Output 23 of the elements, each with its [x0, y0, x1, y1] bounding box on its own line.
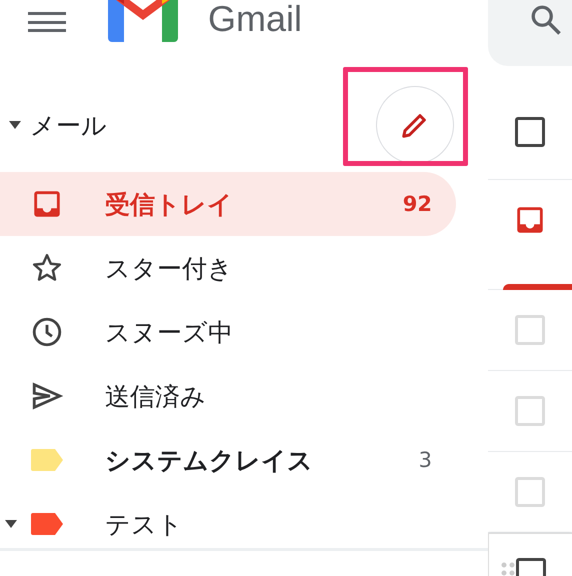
section-label: メール	[30, 110, 107, 142]
nav-item[interactable]: テスト	[0, 492, 456, 556]
nav-item[interactable]: システムクレイス 3	[0, 428, 456, 492]
drag-handle-icon[interactable]	[501, 562, 515, 576]
clock-icon	[30, 315, 64, 349]
app-name: Gmail	[208, 0, 302, 41]
unread-count: 92	[402, 192, 432, 216]
menu-button[interactable]	[28, 12, 66, 32]
nav-item[interactable]: スター付き	[0, 236, 456, 300]
nav-label: スヌーズ中	[105, 316, 234, 348]
nav-label: システムクレイス	[105, 444, 314, 476]
unread-count: 3	[418, 448, 432, 472]
search-bar[interactable]	[488, 0, 572, 66]
nav-item[interactable]: 受信トレイ 92	[0, 172, 456, 236]
nav-label: 送信済み	[105, 380, 207, 412]
nav-item[interactable]: スヌーズ中	[0, 300, 456, 364]
nav-label: 受信トレイ	[105, 188, 234, 220]
nav-label: テスト	[105, 508, 184, 540]
expand-arrow-icon[interactable]	[9, 121, 21, 129]
expand-arrow-icon[interactable]	[5, 520, 17, 528]
nav-label: スター付き	[105, 252, 234, 284]
nav-item[interactable]: 送信済み	[0, 364, 456, 428]
checkbox[interactable]	[515, 116, 545, 146]
